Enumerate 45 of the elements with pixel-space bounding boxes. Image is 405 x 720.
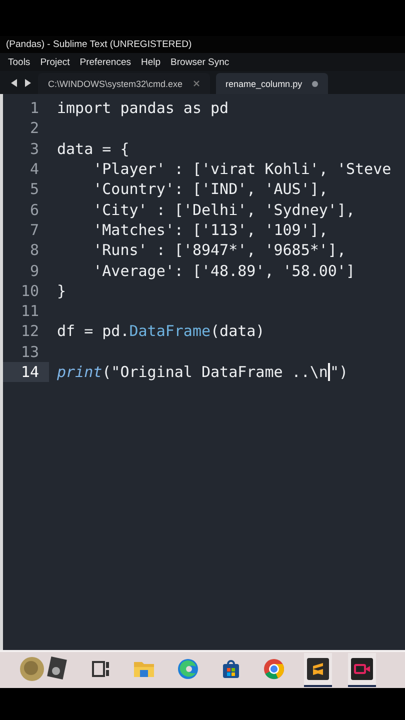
- line-number: 5: [28, 179, 40, 200]
- navigation-arrows-icon[interactable]: [10, 78, 32, 88]
- medal-icon: [19, 655, 69, 683]
- line-number: 10: [20, 280, 40, 301]
- store-icon[interactable]: [221, 659, 241, 679]
- line-number: 6: [28, 200, 40, 220]
- line-number: 9: [28, 260, 40, 281]
- line-number: 11: [20, 301, 40, 322]
- folder-icon[interactable]: [133, 659, 155, 679]
- code-line: 'Player' : ['virat Kohli', 'Steve: [92, 160, 392, 178]
- line-number: 1: [28, 98, 40, 118]
- sublime-icon[interactable]: [307, 658, 329, 680]
- code-line: 'City' : ['Delhi', 'Sydney'],: [92, 200, 356, 219]
- task-view-icon[interactable]: [91, 659, 111, 679]
- chrome-icon[interactable]: [263, 658, 285, 680]
- tab-label: C:\WINDOWS\system32\cmd.exe: [48, 78, 183, 88]
- close-icon[interactable]: [192, 80, 200, 87]
- code-line: }: [56, 282, 66, 300]
- code-line: 'Average': ['48.89', '58.00']: [92, 262, 356, 280]
- video-camera-icon[interactable]: [351, 658, 373, 680]
- code-line: 'Country': ['IND', 'AUS'],: [92, 180, 328, 198]
- menu-item[interactable]: Project: [40, 56, 70, 68]
- line-number: 3: [28, 138, 40, 159]
- line-number: 13: [20, 342, 40, 362]
- code-line: 'Matches': ['113', '109'],: [92, 220, 328, 239]
- window-title: (Pandas) - Sublime Text (UNREGISTERED): [6, 39, 192, 50]
- code-line: data = {: [56, 140, 130, 158]
- menu-item[interactable]: Browser Sync: [170, 56, 230, 68]
- code-line: df = pd.DataFrame(data): [56, 322, 265, 340]
- menu-item[interactable]: Preferences: [80, 56, 131, 68]
- menu-item[interactable]: Tools: [8, 56, 30, 68]
- line-number: 2: [28, 118, 40, 139]
- line-number: 14: [3, 362, 49, 382]
- line-number: 4: [28, 159, 40, 180]
- editor-tab[interactable]: rename_column.py: [216, 73, 328, 94]
- line-number: 7: [28, 220, 40, 240]
- code-line: 'Runs' : ['8947*', '9685*'],: [92, 241, 346, 260]
- code-line: print("Original DataFrame ..\n"): [56, 362, 348, 382]
- editor-tab[interactable]: C:\WINDOWS\system32\cmd.exe: [38, 73, 210, 94]
- line-number: 12: [20, 321, 40, 342]
- menu-item[interactable]: Help: [141, 56, 161, 68]
- code-line: import pandas as pd: [56, 99, 229, 118]
- browser-icon[interactable]: [177, 658, 199, 680]
- line-number: 8: [28, 240, 40, 260]
- tab-label: rename_column.py: [226, 78, 302, 88]
